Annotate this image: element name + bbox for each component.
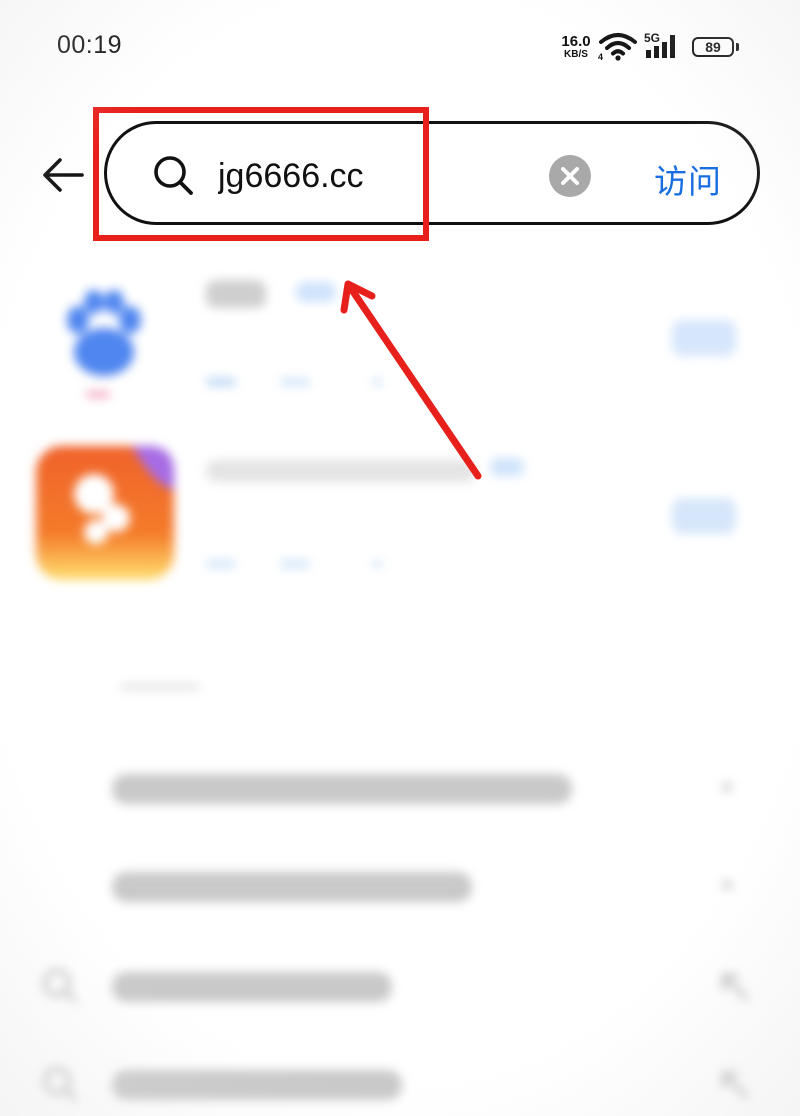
battery-terminal xyxy=(736,43,739,51)
suggestion-item[interactable] xyxy=(0,958,800,1018)
app-meta xyxy=(280,560,310,568)
network-speed: 16.0 KB/S xyxy=(557,34,595,60)
wifi-icon: 4 xyxy=(598,33,637,61)
fill-arrow-icon[interactable] xyxy=(716,968,756,1008)
battery-icon: 89 xyxy=(692,37,734,57)
cellular-signal-icon: 5G xyxy=(644,31,675,58)
history-action[interactable] xyxy=(722,880,732,890)
app-meta xyxy=(280,378,310,386)
app-open-button[interactable] xyxy=(672,320,736,356)
app-meta xyxy=(206,378,236,386)
history-search-icon xyxy=(43,969,77,1003)
clear-search-button[interactable] xyxy=(549,155,591,197)
network-speed-value: 16.0 xyxy=(561,33,591,50)
visit-button[interactable]: 访问 xyxy=(654,155,722,203)
section-divider xyxy=(120,684,200,690)
status-time: 00:19 xyxy=(57,31,123,59)
suggestion-text xyxy=(112,972,392,1002)
wifi-generation-label: 4 xyxy=(598,52,603,61)
app-meta xyxy=(206,560,236,568)
history-item[interactable] xyxy=(0,858,800,918)
suggestion-item[interactable] xyxy=(0,1056,800,1116)
suggestion-text xyxy=(112,1070,402,1100)
app-tag xyxy=(490,458,524,476)
app-icon xyxy=(36,446,174,580)
history-item[interactable] xyxy=(0,760,800,820)
network-type-label: 5G xyxy=(644,31,660,45)
network-speed-unit: KB/S xyxy=(564,49,588,60)
history-action[interactable] xyxy=(722,782,732,792)
fill-arrow-icon[interactable] xyxy=(716,1066,756,1106)
back-arrow-icon[interactable] xyxy=(40,152,86,198)
app-meta xyxy=(372,378,382,386)
app-open-button[interactable] xyxy=(672,498,736,534)
app-result-item[interactable] xyxy=(0,270,800,420)
history-text xyxy=(112,774,572,804)
app-name xyxy=(206,280,266,308)
annotation-highlight-box xyxy=(93,107,429,241)
app-tag xyxy=(296,282,336,302)
app-name xyxy=(206,460,476,482)
app-icon xyxy=(67,290,141,397)
app-result-item[interactable] xyxy=(0,440,800,590)
history-text xyxy=(112,872,472,902)
battery-level: 89 xyxy=(705,39,721,55)
history-search-icon xyxy=(43,1067,77,1101)
app-meta xyxy=(372,560,382,568)
clear-icon xyxy=(561,167,579,185)
status-bar: 00:19 16.0 KB/S 4 5G 89 xyxy=(0,0,800,90)
